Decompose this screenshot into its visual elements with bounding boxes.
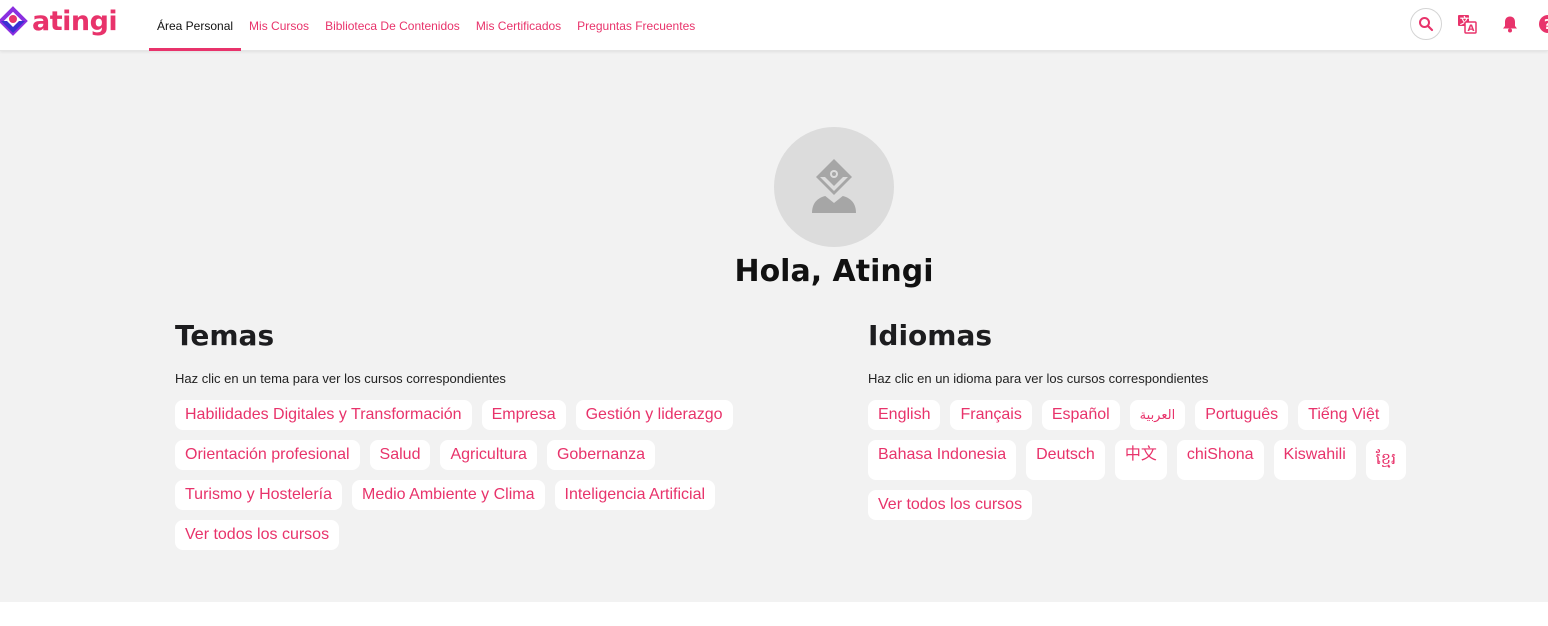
top-navigation-bar: atingi Área Personal Mis Cursos Bibliote… bbox=[0, 0, 1548, 51]
language-chip[interactable]: Deutsch bbox=[1026, 439, 1105, 480]
topic-chip[interactable]: Salud bbox=[369, 439, 431, 470]
topics-title: Temas bbox=[175, 319, 275, 352]
avatar[interactable] bbox=[774, 127, 894, 247]
language-chip[interactable]: 中文 bbox=[1114, 439, 1167, 480]
language-chip[interactable]: Tiếng Việt bbox=[1298, 399, 1390, 430]
languages-title: Idiomas bbox=[868, 319, 993, 352]
topic-chip[interactable]: Inteligencia Artificial bbox=[554, 479, 716, 510]
topic-chip[interactable]: Agricultura bbox=[440, 439, 537, 470]
languages-chip-list: English Français Español العربية Portugu… bbox=[868, 399, 1428, 520]
languages-section: Idiomas Haz clic en un idioma para ver l… bbox=[868, 319, 1428, 520]
topics-hint: Haz clic en un tema para ver los cursos … bbox=[175, 370, 506, 386]
nav-item-mis-cursos[interactable]: Mis Cursos bbox=[241, 0, 317, 51]
topic-chip[interactable]: Empresa bbox=[481, 399, 566, 430]
languages-hint: Haz clic en un idioma para ver los curso… bbox=[868, 370, 1209, 386]
bell-icon bbox=[1503, 16, 1517, 33]
nav-item-certificados[interactable]: Mis Certificados bbox=[468, 0, 569, 51]
topic-chip[interactable]: Medio Ambiente y Clima bbox=[352, 479, 545, 510]
languages-view-all-link[interactable]: Ver todos los cursos bbox=[868, 489, 1033, 520]
topics-section: Temas Haz clic en un tema para ver los c… bbox=[175, 319, 775, 550]
language-chip[interactable]: chiShona bbox=[1176, 439, 1264, 480]
language-chip[interactable]: Kiswahili bbox=[1273, 439, 1356, 480]
topic-chip[interactable]: Gobernanza bbox=[546, 439, 656, 470]
language-chip[interactable]: Bahasa Indonesia bbox=[868, 439, 1017, 480]
svg-text:A: A bbox=[1468, 24, 1475, 34]
help-button[interactable]: ? bbox=[1532, 8, 1548, 40]
main-nav: Área Personal Mis Cursos Biblioteca De C… bbox=[149, 0, 703, 51]
user-avatar-icon bbox=[812, 159, 856, 213]
svg-text:?: ? bbox=[1544, 18, 1548, 33]
main-content: Hola, Atingi Temas Haz clic en un tema p… bbox=[0, 51, 1548, 602]
greeting-heading: Hola, Atingi bbox=[734, 254, 934, 289]
translate-icon: 文 A bbox=[1458, 15, 1477, 34]
topic-chip[interactable]: Orientación profesional bbox=[175, 439, 360, 470]
nav-item-faq[interactable]: Preguntas Frecuentes bbox=[569, 0, 703, 51]
topics-view-all-link[interactable]: Ver todos los cursos bbox=[175, 519, 340, 550]
language-chip[interactable]: Português bbox=[1195, 399, 1289, 430]
topics-chip-list: Habilidades Digitales y Transformación E… bbox=[175, 399, 775, 550]
atingi-logo-mark-icon bbox=[0, 6, 28, 36]
language-chip[interactable]: Français bbox=[950, 399, 1032, 430]
notifications-button[interactable] bbox=[1494, 8, 1526, 40]
topic-chip[interactable]: Gestión y liderazgo bbox=[575, 399, 733, 430]
nav-item-biblioteca[interactable]: Biblioteca De Contenidos bbox=[317, 0, 468, 51]
nav-item-area-personal[interactable]: Área Personal bbox=[149, 0, 242, 51]
language-chip[interactable]: Español bbox=[1041, 399, 1120, 430]
brand-name: atingi bbox=[32, 5, 118, 37]
search-icon bbox=[1419, 17, 1434, 32]
language-button[interactable]: 文 A bbox=[1451, 8, 1483, 40]
search-button[interactable] bbox=[1410, 8, 1442, 40]
language-chip[interactable]: العربية bbox=[1129, 399, 1186, 430]
help-icon: ? bbox=[1539, 15, 1548, 33]
topic-chip[interactable]: Habilidades Digitales y Transformación bbox=[175, 399, 472, 430]
atingi-logo[interactable]: atingi bbox=[0, 4, 118, 38]
page-footer bbox=[0, 602, 1548, 626]
language-chip[interactable]: English bbox=[868, 399, 941, 430]
language-chip[interactable]: ខ្មែរ bbox=[1365, 439, 1407, 480]
topic-chip[interactable]: Turismo y Hostelería bbox=[175, 479, 342, 510]
